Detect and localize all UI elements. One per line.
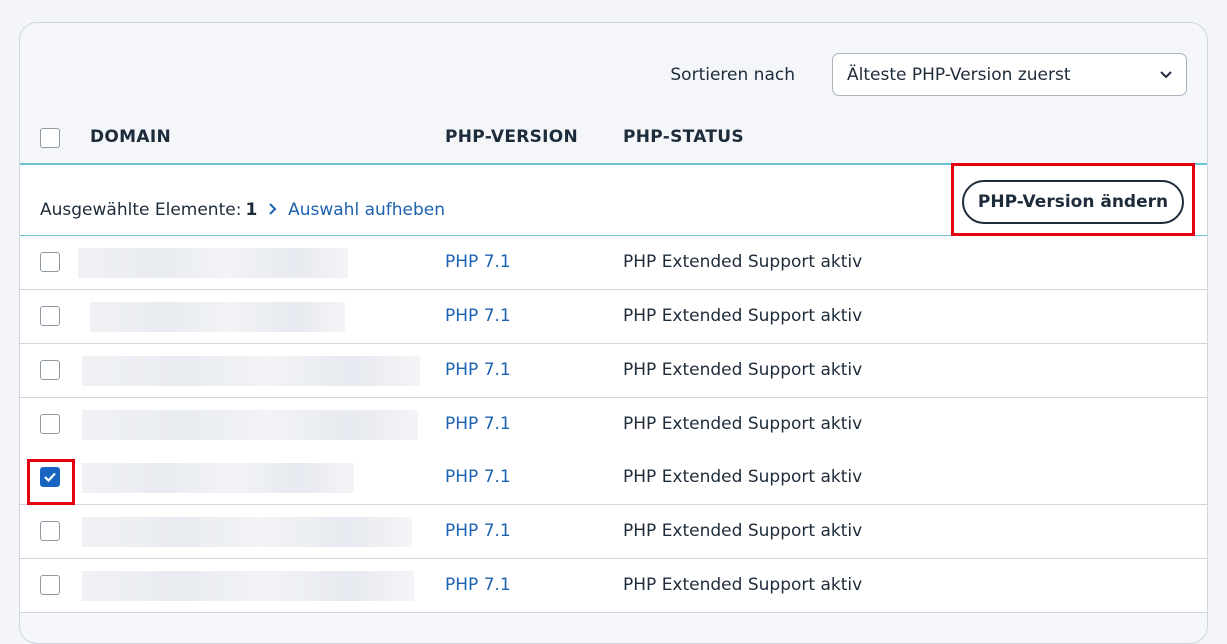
sort-select[interactable]: Älteste PHP-Version zuerst: [832, 53, 1187, 96]
php-status-text: PHP Extended Support aktiv: [623, 306, 863, 326]
select-all-checkbox[interactable]: [40, 128, 60, 148]
php-status-text: PHP Extended Support aktiv: [623, 360, 863, 380]
table-row[interactable]: PHP 7.1 PHP Extended Support aktiv: [20, 236, 1207, 290]
domain-name-redacted[interactable]: [90, 302, 345, 332]
domain-name-redacted[interactable]: [82, 517, 412, 547]
domain-name-redacted[interactable]: [82, 463, 354, 493]
chevron-right-icon: [268, 200, 282, 220]
highlight-box: [951, 163, 1195, 236]
row-checkbox[interactable]: [40, 252, 60, 272]
selection-summary: Ausgewählte Elemente: 1 Auswahl aufheben: [40, 200, 445, 220]
row-checkbox[interactable]: [40, 360, 60, 380]
clear-selection-link[interactable]: Auswahl aufheben: [288, 200, 445, 220]
sort-selected-value: Älteste PHP-Version zuerst: [847, 64, 1071, 85]
php-status-text: PHP Extended Support aktiv: [623, 252, 863, 272]
php-version-link[interactable]: PHP 7.1: [445, 521, 511, 541]
table-row[interactable]: PHP 7.1 PHP Extended Support aktiv: [20, 290, 1207, 344]
php-version-link[interactable]: PHP 7.1: [445, 252, 511, 272]
highlight-box: [27, 459, 75, 505]
php-version-link[interactable]: PHP 7.1: [445, 467, 511, 487]
php-status-text: PHP Extended Support aktiv: [623, 521, 863, 541]
row-checkbox[interactable]: [40, 575, 60, 595]
table-row[interactable]: PHP 7.1 PHP Extended Support aktiv: [20, 505, 1207, 559]
row-checkbox[interactable]: [40, 414, 60, 434]
domain-name-redacted[interactable]: [82, 410, 418, 440]
table-row[interactable]: PHP 7.1 PHP Extended Support aktiv: [20, 344, 1207, 398]
column-header-php-status[interactable]: PHP-STATUS: [623, 127, 744, 147]
chevron-down-icon: [1160, 67, 1172, 83]
php-status-text: PHP Extended Support aktiv: [623, 467, 863, 487]
table-row[interactable]: PHP 7.1 PHP Extended Support aktiv: [20, 559, 1207, 613]
php-status-text: PHP Extended Support aktiv: [623, 575, 863, 595]
php-version-link[interactable]: PHP 7.1: [445, 414, 511, 434]
selection-prefix: Ausgewählte Elemente:: [40, 200, 242, 220]
domain-name-redacted[interactable]: [82, 356, 420, 386]
php-status-text: PHP Extended Support aktiv: [623, 414, 863, 434]
php-version-link[interactable]: PHP 7.1: [445, 575, 511, 595]
domain-php-panel: Sortieren nach Älteste PHP-Version zuers…: [19, 22, 1208, 644]
row-checkbox[interactable]: [40, 521, 60, 541]
table-header: DOMAIN PHP-VERSION PHP-STATUS: [20, 113, 1207, 165]
sort-label: Sortieren nach: [670, 64, 795, 85]
column-header-php-version[interactable]: PHP-VERSION: [445, 127, 578, 147]
row-checkbox[interactable]: [40, 306, 60, 326]
column-header-domain[interactable]: DOMAIN: [90, 127, 171, 147]
php-version-link[interactable]: PHP 7.1: [445, 360, 511, 380]
php-version-link[interactable]: PHP 7.1: [445, 306, 511, 326]
domain-name-redacted[interactable]: [78, 248, 348, 278]
table-row[interactable]: PHP 7.1 PHP Extended Support aktiv: [20, 398, 1207, 452]
selection-count: 1: [245, 200, 258, 220]
domain-name-redacted[interactable]: [82, 571, 414, 601]
sort-control: Sortieren nach Älteste PHP-Version zuers…: [670, 53, 1187, 96]
table-row[interactable]: PHP 7.1 PHP Extended Support aktiv: [20, 451, 1207, 505]
